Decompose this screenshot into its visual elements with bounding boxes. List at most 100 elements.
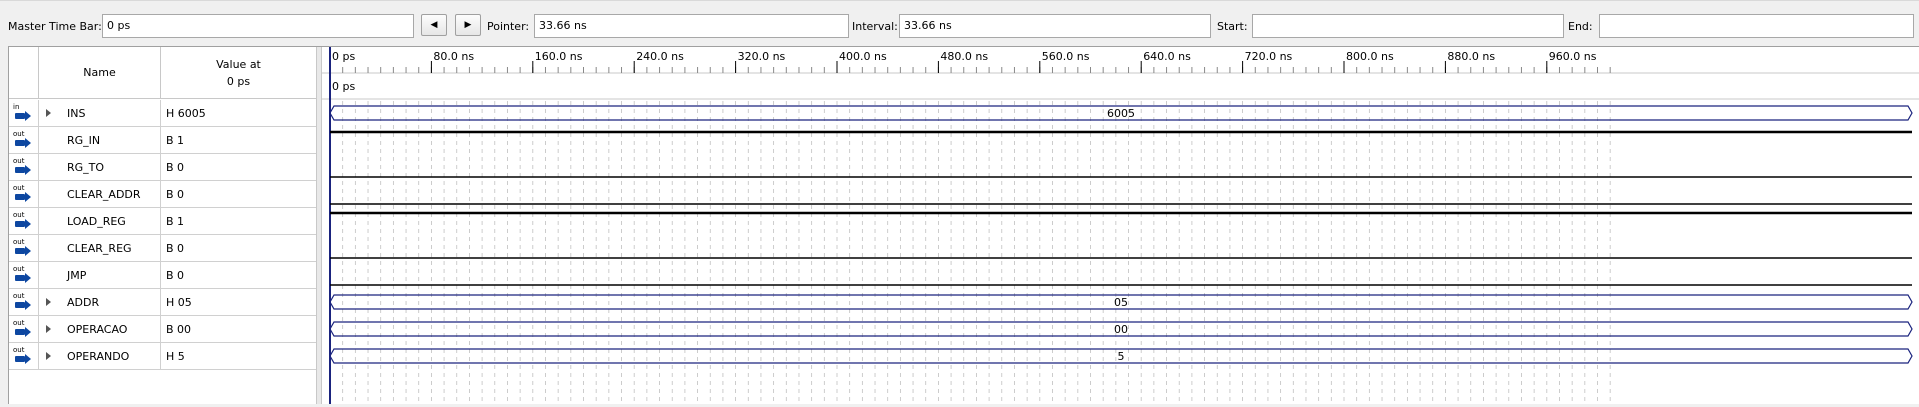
bus-value-label: 6005: [1107, 107, 1135, 120]
time-tick-label: 160.0 ns: [535, 50, 583, 63]
name-column-title: Name: [83, 66, 116, 79]
svg-text:out: out: [13, 157, 25, 165]
svg-text:out: out: [13, 265, 25, 273]
expand-arrow-icon[interactable]: [46, 298, 51, 306]
out-pin-icon: out: [13, 157, 31, 175]
end-label: End:: [1568, 20, 1593, 33]
svg-text:out: out: [13, 211, 25, 219]
signal-value-cell: B 0: [161, 154, 316, 180]
signal-name: CLEAR_ADDR: [67, 188, 141, 201]
time-bar-toolbar: Master Time Bar: 0 ps ◀ ▶ Pointer: 33.66…: [0, 0, 1919, 47]
out-pin-icon: out: [13, 292, 31, 310]
signal-name-cell: INS: [39, 100, 161, 126]
svg-text:out: out: [13, 319, 25, 327]
cursor-time-label: 0 ps: [332, 80, 355, 93]
time-tick-label: 880.0 ns: [1447, 50, 1495, 63]
signal-value: B 0: [166, 242, 185, 255]
signal-row[interactable]: in INS H 6005: [9, 100, 316, 127]
signal-row[interactable]: out JMP B 0: [9, 262, 316, 289]
signal-name-cell: RG_IN: [39, 127, 161, 153]
out-pin-icon: out: [13, 346, 31, 364]
signal-row[interactable]: out RG_TO B 0: [9, 154, 316, 181]
signal-value-cell: B 0: [161, 235, 316, 261]
signal-list-pane: Name Value at 0 ps in INS H 6005 out RG_IN B …: [9, 47, 316, 404]
bus-value-label: 05: [1114, 296, 1128, 309]
signal-value: B 0: [166, 269, 185, 282]
signal-value: B 0: [166, 188, 185, 201]
signal-name-cell: CLEAR_REG: [39, 235, 161, 261]
signal-name-cell: LOAD_REG: [39, 208, 161, 234]
time-tick-label: 720.0 ns: [1245, 50, 1293, 63]
svg-text:out: out: [13, 238, 25, 246]
svg-text:out: out: [13, 292, 25, 300]
signal-value-cell: H 6005: [161, 100, 316, 126]
signal-value-cell: H 5: [161, 343, 316, 369]
signal-value: B 00: [166, 323, 192, 336]
signal-row[interactable]: out ADDR H 05: [9, 289, 316, 316]
signal-value: B 0: [166, 161, 185, 174]
svg-text:out: out: [13, 130, 25, 138]
signal-name: ADDR: [67, 296, 100, 309]
signal-name: JMP: [67, 269, 87, 282]
svg-text:out: out: [13, 184, 25, 192]
pin-direction-cell: out: [9, 127, 39, 153]
value-column-header[interactable]: Value at 0 ps: [161, 47, 316, 99]
next-transition-button[interactable]: ▶: [455, 14, 481, 36]
time-tick-label: 0 ps: [332, 50, 355, 63]
interval-label: Interval:: [852, 20, 898, 33]
value-column-title-line2: 0 ps: [226, 74, 251, 88]
pointer-field[interactable]: 33.66 ns: [534, 14, 849, 38]
time-tick-label: 560.0 ns: [1042, 50, 1090, 63]
waveform-viewer: Name Value at 0 ps in INS H 6005 out RG_IN B …: [8, 46, 1919, 404]
waveform-canvas[interactable]: 0 ps 80.0 ns 160.0 ns 240.0 ns 320.0 ns 400.0…: [322, 47, 1919, 404]
interval-field[interactable]: 33.66 ns: [899, 14, 1211, 38]
signal-name-cell: ADDR: [39, 289, 161, 315]
pin-direction-cell: out: [9, 289, 39, 315]
signal-row[interactable]: out OPERACAO B 00: [9, 316, 316, 343]
signal-name-cell: CLEAR_ADDR: [39, 181, 161, 207]
signal-name-cell: OPERANDO: [39, 343, 161, 369]
end-field[interactable]: [1599, 14, 1914, 38]
bus-value-label: 00: [1114, 323, 1128, 336]
waveform-pane[interactable]: 0 ps 80.0 ns 160.0 ns 240.0 ns 320.0 ns 400.0…: [322, 47, 1919, 404]
signal-row[interactable]: out OPERANDO H 5: [9, 343, 316, 370]
prev-transition-button[interactable]: ◀: [421, 14, 447, 36]
signal-row[interactable]: out CLEAR_ADDR B 0: [9, 181, 316, 208]
value-column-title-line1: Value at: [216, 57, 261, 71]
master-time-bar-field[interactable]: 0 ps: [102, 14, 414, 38]
name-column-header[interactable]: Name: [39, 47, 161, 99]
time-tick-label: 400.0 ns: [839, 50, 887, 63]
signal-row[interactable]: out CLEAR_REG B 0: [9, 235, 316, 262]
out-pin-icon: out: [13, 265, 31, 283]
signal-value-cell: B 00: [161, 316, 316, 342]
bus-value-label: 5: [1118, 350, 1125, 363]
triangle-left-icon: ◀: [430, 20, 438, 30]
pin-direction-cell: out: [9, 262, 39, 288]
expand-arrow-icon[interactable]: [46, 325, 51, 333]
triangle-right-icon: ▶: [464, 20, 472, 30]
in-pin-icon: in: [13, 103, 31, 121]
master-time-bar-label: Master Time Bar:: [8, 20, 102, 33]
signal-name: RG_TO: [67, 161, 105, 174]
signal-row[interactable]: out RG_IN B 1: [9, 127, 316, 154]
signal-name: OPERACAO: [67, 323, 128, 336]
svg-text:out: out: [13, 346, 25, 354]
out-pin-icon: out: [13, 211, 31, 229]
time-tick-label: 240.0 ns: [636, 50, 684, 63]
pin-direction-cell: out: [9, 316, 39, 342]
signal-value: H 05: [166, 296, 192, 309]
signal-name: CLEAR_REG: [67, 242, 132, 255]
signal-name: RG_IN: [67, 134, 101, 147]
signal-value-cell: B 0: [161, 262, 316, 288]
pin-direction-cell: out: [9, 235, 39, 261]
signal-row[interactable]: out LOAD_REG B 1: [9, 208, 316, 235]
signal-name-cell: OPERACAO: [39, 316, 161, 342]
out-pin-icon: out: [13, 319, 31, 337]
signal-name-cell: RG_TO: [39, 154, 161, 180]
start-field[interactable]: [1252, 14, 1564, 38]
expand-arrow-icon[interactable]: [46, 109, 51, 117]
expand-arrow-icon[interactable]: [46, 352, 51, 360]
signal-value-cell: B 0: [161, 181, 316, 207]
pointer-label: Pointer:: [487, 20, 530, 33]
signal-name: OPERANDO: [67, 350, 130, 363]
